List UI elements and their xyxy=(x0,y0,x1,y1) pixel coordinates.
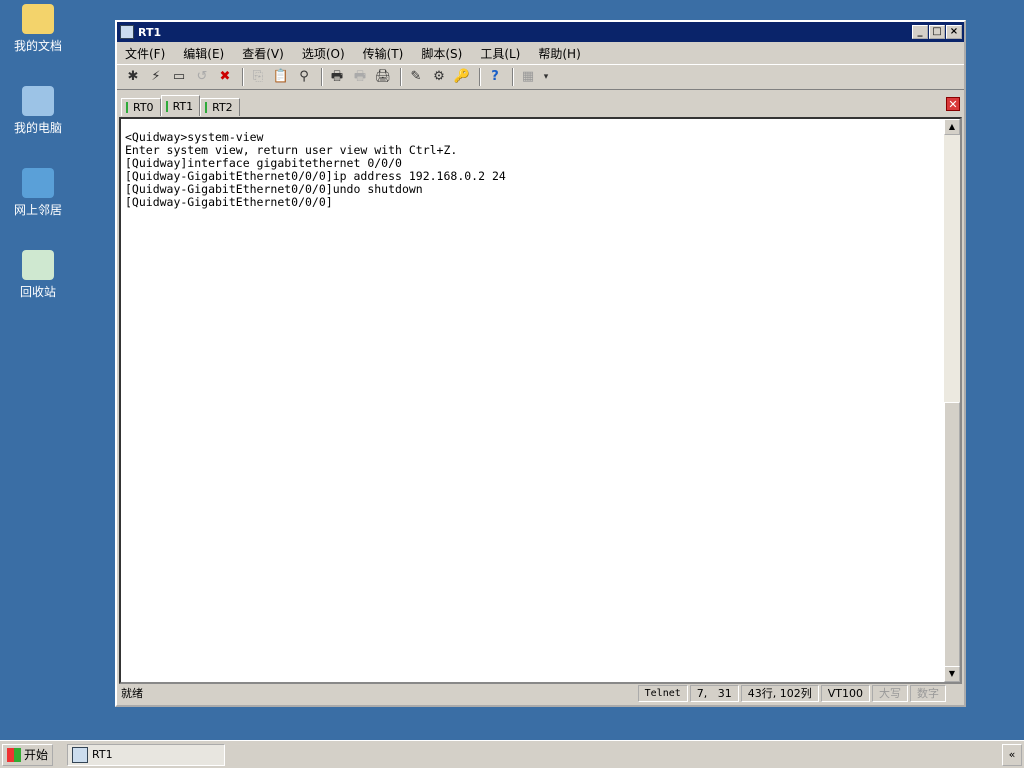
menu-edit[interactable]: 编辑(E) xyxy=(183,45,224,62)
vertical-scrollbar[interactable]: ▲ ▼ xyxy=(944,119,960,682)
desktop-icon-my-computer[interactable]: 我的电脑 xyxy=(4,86,72,136)
terminal-output: <Quidway>system-view Enter system view, … xyxy=(125,130,506,209)
menu-options[interactable]: 选项(O) xyxy=(302,45,345,62)
close-button[interactable]: × xyxy=(946,25,962,39)
toolbar: ✱ ⚡ ▭ ↺ ✖ ⎘ 📋 ⚲ 🖶 🖶 🖨 ✎ ⚙ 🔑 ? ▦ ▾ xyxy=(117,64,964,90)
status-emulation: VT100 xyxy=(820,684,870,702)
menu-bar: 文件(F) 编辑(E) 查看(V) 选项(O) 传输(T) 脚本(S) 工具(L… xyxy=(117,42,964,64)
desktop-icon-recycle-bin[interactable]: 回收站 xyxy=(4,250,72,300)
keymap-icon[interactable]: ▦ xyxy=(518,67,538,87)
computer-icon xyxy=(22,86,54,116)
tray-expand-button[interactable]: « xyxy=(1002,743,1022,766)
disconnect-icon[interactable]: ✖ xyxy=(215,67,235,87)
tab-rt2[interactable]: RT2 xyxy=(200,98,240,116)
recycle-bin-icon xyxy=(22,250,54,280)
scroll-up-icon[interactable]: ▲ xyxy=(944,119,960,135)
tab-rt0[interactable]: RT0 xyxy=(121,98,161,116)
folder-icon xyxy=(22,4,54,34)
title-bar[interactable]: RT1 _ □ × xyxy=(117,22,964,42)
window-title: RT1 xyxy=(138,25,162,39)
print-selection-icon[interactable]: 🖶 xyxy=(350,67,370,87)
connect-tab-icon[interactable]: ▭ xyxy=(169,67,189,87)
start-button[interactable]: 开始 xyxy=(2,743,54,766)
menu-tools[interactable]: 工具(L) xyxy=(480,45,520,62)
find-icon[interactable]: ⚲ xyxy=(294,67,314,87)
separator xyxy=(321,68,323,86)
terminal-area[interactable]: <Quidway>system-view Enter system view, … xyxy=(119,117,962,684)
menu-transfer[interactable]: 传输(T) xyxy=(363,45,404,62)
separator xyxy=(242,68,244,86)
key-icon[interactable]: 🔑 xyxy=(452,67,472,87)
menu-script[interactable]: 脚本(S) xyxy=(421,45,462,62)
separator xyxy=(479,68,481,86)
copy-icon[interactable]: ⎘ xyxy=(248,67,268,87)
reconnect-icon[interactable]: ↺ xyxy=(192,67,212,87)
status-indicator-icon xyxy=(205,102,208,113)
status-size: 43行, 102列 xyxy=(740,684,819,702)
taskbar: 开始 RT1 « xyxy=(0,740,1024,768)
menu-view[interactable]: 查看(V) xyxy=(242,45,284,62)
status-protocol: Telnet xyxy=(637,684,688,702)
scroll-thumb[interactable] xyxy=(944,402,960,672)
app-icon xyxy=(120,25,134,39)
status-num: 数字 xyxy=(910,684,946,702)
print-screen-icon[interactable]: 🖶 xyxy=(327,67,347,87)
taskbar-item-rt1[interactable]: RT1 xyxy=(67,743,226,766)
menu-file[interactable]: 文件(F) xyxy=(125,45,165,62)
tab-rt1[interactable]: RT1 xyxy=(160,95,201,116)
menu-help[interactable]: 帮助(H) xyxy=(538,45,580,62)
paste-icon[interactable]: 📋 xyxy=(271,67,291,87)
desktop-icon-network[interactable]: 网上邻居 xyxy=(4,168,72,218)
separator xyxy=(400,68,402,86)
scroll-down-icon[interactable]: ▼ xyxy=(944,666,960,682)
securecrt-window: RT1 _ □ × 文件(F) 编辑(E) 查看(V) 选项(O) 传输(T) … xyxy=(115,20,966,707)
help-icon[interactable]: ? xyxy=(485,67,505,87)
session-tabs: RT0 RT1 RT2 xyxy=(121,94,240,116)
separator xyxy=(512,68,514,86)
minimize-button[interactable]: _ xyxy=(912,25,928,39)
network-icon xyxy=(22,168,54,198)
session-options-icon[interactable]: ✎ xyxy=(406,67,426,87)
global-options-icon[interactable]: ⚙ xyxy=(429,67,449,87)
status-indicator-icon xyxy=(126,102,128,113)
windows-logo-icon xyxy=(7,747,21,762)
status-ready: 就绪 xyxy=(121,687,143,700)
desktop-icon-my-documents[interactable]: 我的文档 xyxy=(4,4,72,54)
maximize-button[interactable]: □ xyxy=(929,25,945,39)
toolbar-overflow-icon[interactable]: ▾ xyxy=(541,67,551,87)
status-cursor: 7, 31 xyxy=(689,684,739,702)
status-bar: 就绪 Telnet 7, 31 43行, 102列 VT100 大写 数字 xyxy=(119,683,962,703)
connect-icon[interactable]: ✱ xyxy=(123,67,143,87)
close-tab-icon[interactable]: ✕ xyxy=(946,97,960,111)
print-icon[interactable]: 🖨 xyxy=(373,67,393,87)
app-icon xyxy=(72,746,89,763)
status-indicator-icon xyxy=(165,100,168,112)
status-caps: 大写 xyxy=(872,684,908,702)
quick-connect-icon[interactable]: ⚡ xyxy=(146,67,166,87)
